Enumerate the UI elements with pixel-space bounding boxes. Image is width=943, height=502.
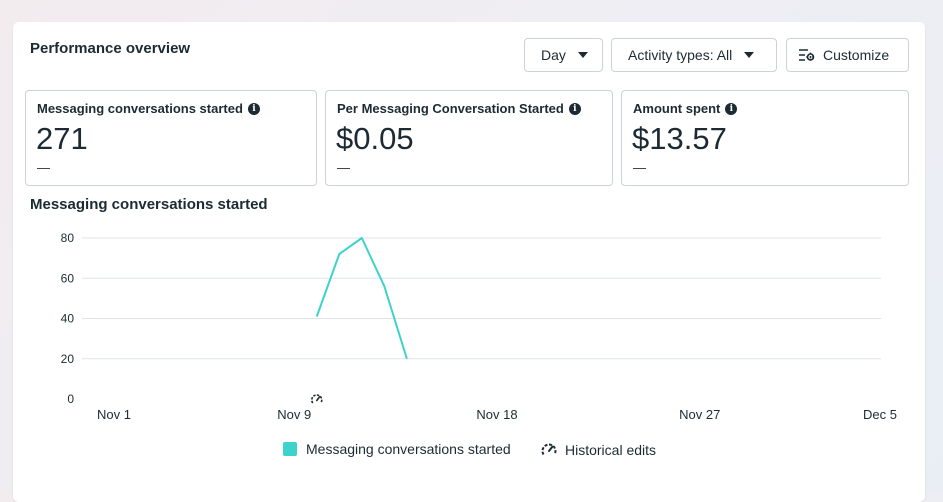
x-tick-label: Nov 27 <box>679 407 720 422</box>
historical-edit-marker-icon[interactable] <box>310 394 323 404</box>
performance-overview-card: Performance overview Day Activity types:… <box>13 22 925 502</box>
x-tick-label: Nov 1 <box>97 407 131 422</box>
gauge-edit-icon <box>541 443 557 456</box>
y-tick-label: 80 <box>61 231 75 245</box>
y-tick-label: 40 <box>61 312 75 326</box>
legend-series-label: Messaging conversations started <box>306 441 511 457</box>
y-tick-label: 20 <box>61 352 75 366</box>
y-tick-label: 0 <box>67 392 74 406</box>
line-chart: 0 20 40 60 80 Nov 1 Nov 9 Nov 18 Nov 27 Dec 5 <box>61 231 897 422</box>
legend-item-series[interactable]: Messaging conversations started <box>283 441 511 457</box>
y-tick-label: 60 <box>61 271 75 285</box>
series-swatch <box>283 442 297 456</box>
x-tick-label: Nov 9 <box>277 407 311 422</box>
series-line <box>315 237 408 360</box>
x-tick-label: Nov 18 <box>476 407 517 422</box>
legend-edits-label: Historical edits <box>565 442 657 458</box>
legend-item-historical-edits[interactable]: Historical edits <box>540 441 656 459</box>
x-tick-label: Dec 5 <box>863 407 897 422</box>
